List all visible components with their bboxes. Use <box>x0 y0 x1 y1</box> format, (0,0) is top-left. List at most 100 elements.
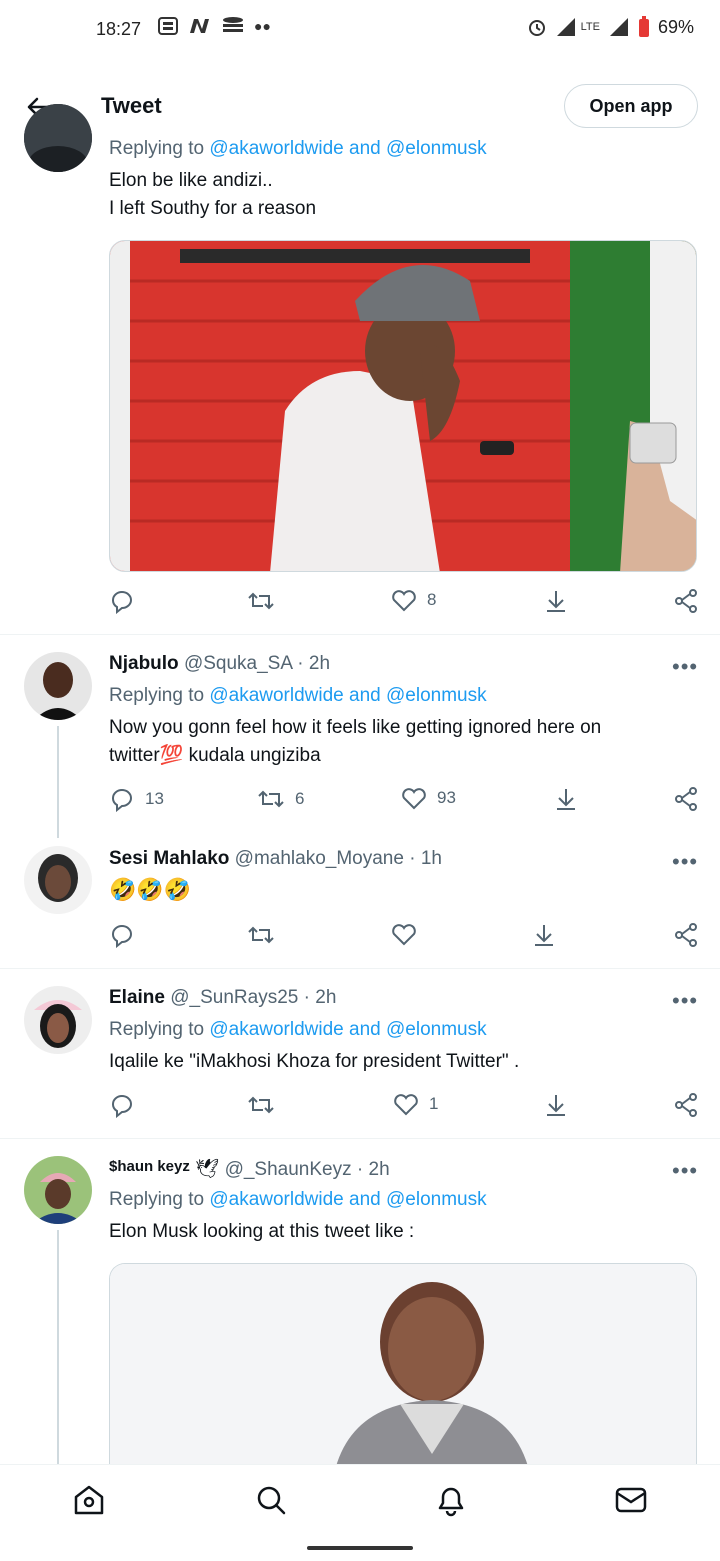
tweet-header: Elaine @_SunRays25 · 2h <box>109 987 336 1009</box>
avatar[interactable] <box>24 846 92 914</box>
heart-icon <box>402 788 426 810</box>
top-bar: Tweet Open app <box>0 72 720 140</box>
share-icon <box>675 787 697 811</box>
retweet-button[interactable]: 6 <box>257 786 304 812</box>
retweet-button[interactable] <box>247 922 275 948</box>
display-name[interactable]: Elaine <box>109 987 165 1008</box>
page-title: Tweet <box>101 93 162 118</box>
thread-line <box>57 726 59 838</box>
display-name[interactable]: Sesi Mahlako <box>109 848 229 869</box>
reply-users-link[interactable]: @akaworldwide and @elonmusk <box>209 138 486 159</box>
share-icon <box>675 923 697 947</box>
share-button[interactable] <box>673 786 699 812</box>
open-app-button[interactable]: Open app <box>564 84 698 128</box>
download-icon <box>557 789 575 810</box>
notification-b-icon <box>158 17 178 35</box>
tweet-text: Elon be like andizi.. I left Southy for … <box>109 170 317 219</box>
download-button[interactable] <box>531 922 557 948</box>
reply-button[interactable] <box>109 588 135 614</box>
tweet-text: Elon Musk looking at this tweet like : <box>109 1221 415 1242</box>
more-options-icon[interactable]: ••• <box>672 988 698 1014</box>
avatar[interactable] <box>24 104 92 172</box>
share-button[interactable] <box>673 588 699 614</box>
network-type: LTE <box>580 21 600 33</box>
system-icons: LTE 69% <box>527 16 694 38</box>
more-notifications-icon: ●● <box>254 18 271 34</box>
retweet-button[interactable] <box>247 1092 275 1118</box>
download-icon <box>547 591 565 612</box>
notifications-bell-icon[interactable] <box>434 1483 468 1517</box>
display-name[interactable]: Njabulo <box>109 653 179 674</box>
reply-icon <box>112 591 132 614</box>
reply-icon <box>112 1095 132 1118</box>
display-name-stylized[interactable]: $haun keyz <box>109 1158 190 1175</box>
reply-users-link[interactable]: @akaworldwide and @elonmusk <box>209 1019 486 1040</box>
timestamp[interactable]: · 2h <box>297 653 330 674</box>
messages-icon[interactable] <box>614 1483 648 1517</box>
retweet-icon <box>248 592 274 610</box>
handle[interactable]: @_ShaunKeyz <box>225 1159 352 1180</box>
avatar[interactable] <box>24 986 92 1054</box>
avatar[interactable] <box>24 652 92 720</box>
retweet-count: 6 <box>295 789 305 808</box>
handle[interactable]: @Squka_SA <box>184 653 292 674</box>
divider <box>0 968 720 969</box>
tweet-text: 🤣🤣🤣 <box>109 877 192 902</box>
download-button[interactable] <box>553 786 579 812</box>
more-options-icon[interactable]: ••• <box>672 654 698 680</box>
retweet-icon <box>248 1096 274 1114</box>
heart-icon <box>392 590 416 612</box>
download-button[interactable] <box>543 588 569 614</box>
share-button[interactable] <box>673 1092 699 1118</box>
retweet-button[interactable] <box>247 588 275 614</box>
reply-users-link[interactable]: @akaworldwide and @elonmusk <box>209 685 486 706</box>
share-button[interactable] <box>673 922 699 948</box>
tweet-text: Now you gonn feel how it feels like gett… <box>109 717 602 766</box>
like-button[interactable] <box>391 922 417 946</box>
tweet-actions <box>109 922 699 952</box>
more-options-icon[interactable]: ••• <box>672 1158 698 1184</box>
dove-icon: 🕊 <box>195 1159 220 1180</box>
retweet-icon <box>248 926 274 944</box>
share-icon <box>675 589 697 613</box>
tweet-image[interactable] <box>109 1263 697 1473</box>
reply-button[interactable] <box>109 1092 135 1118</box>
tweet-header: Njabulo @Squka_SA · 2h <box>109 653 330 675</box>
reply-button[interactable] <box>109 922 135 948</box>
divider <box>0 634 720 635</box>
download-button[interactable] <box>543 1092 569 1118</box>
tweet-text: Iqalile ke "iMakhosi Khoza for president… <box>109 1051 520 1072</box>
home-icon[interactable] <box>72 1483 106 1517</box>
like-button[interactable]: 93 <box>401 786 456 810</box>
tweet-header: $haun keyz 🕊 @_ShaunKeyz · 2h <box>109 1157 390 1181</box>
handle[interactable]: @_SunRays25 <box>170 987 298 1008</box>
like-count: 1 <box>429 1094 439 1113</box>
status-time: 18:27 <box>96 19 142 39</box>
reply-icon <box>112 925 132 948</box>
thread-line <box>57 1230 59 1464</box>
share-icon <box>675 1093 697 1117</box>
reply-button[interactable]: 13 <box>109 786 164 812</box>
like-count: 8 <box>427 590 437 609</box>
search-icon[interactable] <box>254 1483 288 1517</box>
tweet-actions: 1 <box>109 1092 699 1122</box>
reply-context: Replying to @akaworldwide and @elonmusk <box>109 1189 487 1210</box>
more-options-icon[interactable]: ••• <box>672 849 698 875</box>
reply-icon <box>112 789 132 812</box>
tweet-image[interactable] <box>109 240 697 572</box>
divider <box>0 1138 720 1139</box>
gesture-bar[interactable] <box>307 1546 413 1550</box>
handle[interactable]: @mahlako_Moyane <box>235 848 404 869</box>
timestamp[interactable]: · 1h <box>409 848 442 869</box>
like-button[interactable]: 1 <box>393 1092 438 1116</box>
battery-level: 69% <box>657 16 694 37</box>
alarm-icon <box>528 20 545 36</box>
timestamp[interactable]: · 2h <box>304 987 337 1008</box>
timestamp[interactable]: · 2h <box>357 1159 390 1180</box>
reply-context: Replying to @akaworldwide and @elonmusk <box>109 138 487 159</box>
avatar[interactable] <box>24 1156 92 1224</box>
retweet-icon <box>258 790 284 808</box>
like-button[interactable]: 8 <box>391 588 436 612</box>
signal-icon-2 <box>609 18 628 36</box>
reply-users-link[interactable]: @akaworldwide and @elonmusk <box>209 1189 486 1210</box>
